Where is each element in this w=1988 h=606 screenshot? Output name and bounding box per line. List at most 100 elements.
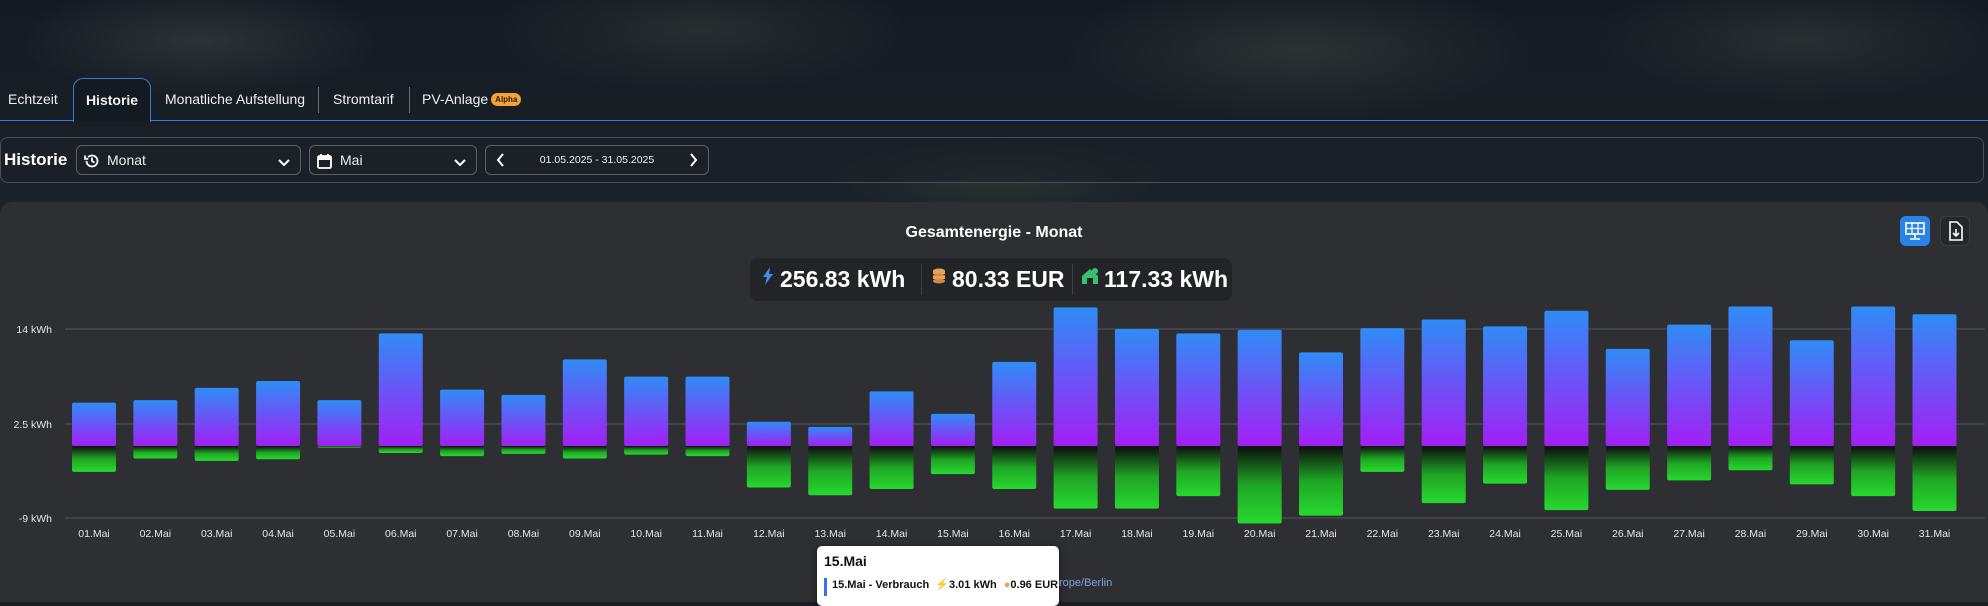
bar-consumption[interactable]: [1483, 326, 1528, 446]
x-tick-label: 23.Mai: [1428, 528, 1460, 540]
toolbar-title: Historie: [4, 150, 68, 169]
tooltip-series-marker: [824, 578, 827, 596]
bar-consumption[interactable]: [501, 394, 546, 446]
bar-feed-in[interactable]: [685, 446, 730, 457]
bar-feed-in[interactable]: [1360, 446, 1405, 472]
bar-feed-in[interactable]: [72, 446, 116, 472]
bar-feed-in[interactable]: [1544, 446, 1589, 511]
bar-consumption[interactable]: [1114, 329, 1159, 446]
bar-consumption[interactable]: [1728, 306, 1773, 446]
bar-feed-in[interactable]: [501, 446, 546, 454]
timezone-label: rope/Berlin: [1059, 577, 1113, 589]
x-tick-label: 12.Mai: [753, 528, 785, 540]
tab-pv-anlage[interactable]: PV-Anlage Alpha: [412, 78, 531, 121]
x-tick-label: 15.Mai: [937, 528, 969, 540]
x-tick-label: 21.Mai: [1305, 528, 1337, 540]
y-tick-label: 2.5 kWh: [13, 419, 52, 431]
calendar-icon: [316, 151, 333, 179]
bar-consumption[interactable]: [1851, 306, 1896, 446]
bar-feed-in[interactable]: [1053, 446, 1098, 509]
tab-bar: Echtzeit Historie Monatliche Aufstellung…: [0, 78, 1988, 122]
bar-feed-in[interactable]: [378, 446, 423, 454]
tooltip-cost: 0.96 EUR: [1010, 578, 1059, 591]
bar-feed-in[interactable]: [133, 446, 178, 459]
bar-consumption[interactable]: [194, 387, 239, 446]
bar-consumption[interactable]: [624, 376, 669, 446]
period-select[interactable]: Monat: [76, 145, 301, 175]
bar-consumption[interactable]: [378, 333, 423, 446]
bar-feed-in[interactable]: [562, 446, 607, 459]
bar-consumption[interactable]: [1176, 333, 1221, 446]
tab-pv-anlage-label: PV-Anlage: [422, 91, 489, 107]
bar-feed-in[interactable]: [808, 446, 853, 496]
x-tick-label: 19.Mai: [1183, 528, 1215, 540]
bar-feed-in[interactable]: [1605, 446, 1650, 490]
bar-feed-in[interactable]: [1851, 446, 1896, 497]
bar-feed-in[interactable]: [1114, 446, 1159, 509]
bar-feed-in[interactable]: [440, 446, 485, 457]
x-tick-label: 01.Mai: [78, 528, 110, 540]
x-tick-label: 16.Mai: [998, 528, 1030, 540]
chevron-right-icon[interactable]: [686, 152, 700, 173]
bar-consumption[interactable]: [685, 376, 730, 446]
bar-consumption[interactable]: [317, 400, 362, 446]
bar-feed-in[interactable]: [317, 446, 362, 448]
bar-feed-in[interactable]: [1237, 446, 1282, 524]
bar-consumption[interactable]: [992, 361, 1037, 446]
bar-consumption[interactable]: [256, 381, 301, 446]
bar-feed-in[interactable]: [194, 446, 239, 461]
bar-consumption[interactable]: [440, 389, 485, 446]
x-tick-label: 31.Mai: [1919, 528, 1951, 540]
bar-consumption[interactable]: [930, 413, 975, 446]
bar-consumption[interactable]: [72, 402, 116, 446]
chart-tooltip: 15.Mai 15.Mai - Verbrauch ⚡3.01 kWh ●0.9…: [817, 546, 1059, 606]
bar-feed-in[interactable]: [1789, 446, 1834, 485]
bar-feed-in[interactable]: [869, 446, 914, 490]
x-tick-label: 02.Mai: [140, 528, 172, 540]
tooltip-title: 15.Mai: [824, 553, 867, 569]
x-tick-label: 18.Mai: [1121, 528, 1153, 540]
bar-feed-in[interactable]: [1421, 446, 1466, 504]
bar-feed-in[interactable]: [624, 446, 669, 455]
bar-feed-in[interactable]: [1299, 446, 1343, 516]
bar-feed-in[interactable]: [256, 446, 301, 460]
bar-feed-in[interactable]: [746, 446, 791, 488]
x-tick-label: 13.Mai: [814, 528, 846, 540]
bar-feed-in[interactable]: [1912, 446, 1957, 511]
x-tick-label: 11.Mai: [692, 528, 723, 540]
tab-echtzeit[interactable]: Echtzeit: [0, 78, 68, 121]
chevron-down-icon: [276, 151, 292, 179]
bar-consumption[interactable]: [1360, 328, 1405, 446]
month-select-value: Mai: [340, 152, 363, 168]
tab-stromtarif[interactable]: Stromtarif: [323, 78, 404, 121]
bar-consumption[interactable]: [869, 391, 914, 446]
bar-consumption[interactable]: [1667, 324, 1712, 446]
bar-consumption[interactable]: [808, 426, 853, 446]
bar-consumption[interactable]: [1544, 310, 1589, 446]
bar-consumption[interactable]: [133, 400, 178, 446]
x-tick-label: 07.Mai: [446, 528, 478, 540]
bar-consumption[interactable]: [1789, 340, 1834, 446]
date-range-text: 01.05.2025 - 31.05.2025: [539, 154, 655, 166]
bar-consumption[interactable]: [1053, 307, 1098, 446]
bar-feed-in[interactable]: [1176, 446, 1221, 497]
bar-consumption[interactable]: [1237, 329, 1282, 446]
bar-feed-in[interactable]: [1667, 446, 1712, 481]
bar-feed-in[interactable]: [1483, 446, 1528, 484]
history-icon: [83, 151, 101, 179]
bar-feed-in[interactable]: [930, 446, 975, 475]
tab-historie[interactable]: Historie: [73, 78, 151, 122]
bar-feed-in[interactable]: [992, 446, 1037, 490]
bar-consumption[interactable]: [562, 359, 607, 446]
bar-consumption[interactable]: [746, 421, 791, 446]
x-tick-label: 14.Mai: [876, 528, 908, 540]
tab-monatliche-aufstellung[interactable]: Monatliche Aufstellung: [155, 78, 315, 121]
bar-consumption[interactable]: [1299, 352, 1343, 446]
date-range-picker: 01.05.2025 - 31.05.2025: [485, 145, 709, 175]
tooltip-line: 15.Mai - Verbrauch ⚡3.01 kWh ●0.96 EUR: [824, 576, 1059, 596]
bar-consumption[interactable]: [1605, 348, 1650, 446]
bar-feed-in[interactable]: [1728, 446, 1773, 471]
month-select[interactable]: Mai: [309, 145, 477, 175]
bar-consumption[interactable]: [1421, 319, 1466, 446]
bar-consumption[interactable]: [1912, 314, 1957, 446]
